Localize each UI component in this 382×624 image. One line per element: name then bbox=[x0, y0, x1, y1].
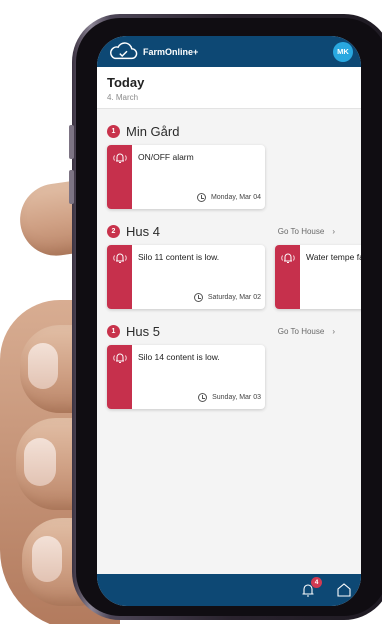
alarm-time-label: Saturday, Mar 02 bbox=[207, 294, 261, 301]
notifications-button[interactable]: 4 bbox=[299, 577, 322, 599]
alarm-card[interactable]: ON/OFF alarm Monday, Mar 04 bbox=[107, 145, 265, 209]
alarm-time-label: Sunday, Mar 03 bbox=[212, 394, 261, 401]
alarm-count-badge: 1 bbox=[107, 324, 120, 338]
phone-side-button bbox=[69, 125, 74, 159]
alarm-count-badge: 1 bbox=[107, 124, 120, 138]
alarm-time-label: Monday, Mar 04 bbox=[210, 194, 261, 201]
phone-side-button bbox=[69, 170, 74, 204]
alarm-strip bbox=[275, 245, 300, 309]
go-to-house-label: Go To House bbox=[277, 326, 325, 336]
alarm-card-list: Silo 11 content is low. Saturday, Mar 02… bbox=[107, 245, 361, 309]
house-icon[interactable] bbox=[335, 581, 353, 599]
alarm-time: Monday, Mar 04 bbox=[196, 193, 261, 202]
section-title: Min Gård bbox=[126, 123, 180, 139]
alarm-strip bbox=[107, 145, 132, 209]
page-date: 4. March bbox=[107, 93, 139, 102]
alarm-text: Water tempe failure bbox=[306, 252, 361, 262]
app-header: FarmOnline+ MK bbox=[97, 36, 361, 67]
alarm-card-list: Silo 14 content is low. Sunday, Mar 03 bbox=[107, 345, 361, 409]
alarm-text: ON/OFF alarm bbox=[138, 152, 194, 162]
finger-nail bbox=[32, 536, 62, 582]
alarm-card[interactable]: Silo 14 content is low. Sunday, Mar 03 bbox=[107, 345, 265, 409]
alarm-time: Sunday, Mar 03 bbox=[198, 393, 261, 402]
today-header: Today 4. March bbox=[97, 67, 361, 109]
notification-badge: 4 bbox=[311, 577, 322, 588]
cloud-logo-icon bbox=[110, 41, 138, 59]
clock-icon bbox=[198, 393, 208, 402]
alarm-card[interactable]: Water tempe failure bbox=[275, 245, 361, 309]
alarm-card-body: Water tempe failure bbox=[300, 245, 361, 309]
alarm-bell-icon bbox=[280, 253, 295, 263]
chevron-right-icon: › bbox=[332, 226, 335, 236]
section-title: Hus 5 bbox=[126, 323, 160, 339]
alarm-bell-icon bbox=[112, 353, 127, 363]
alarm-strip bbox=[107, 245, 132, 309]
section-title: Hus 4 bbox=[126, 223, 160, 239]
location-section: 1 Hus 5 Go To House › Silo 14 content is… bbox=[107, 321, 361, 409]
bottom-nav-bar: 4 bbox=[97, 574, 361, 606]
alarm-strip bbox=[107, 345, 132, 409]
alarm-bell-icon bbox=[112, 153, 127, 163]
alarm-card-body: ON/OFF alarm Monday, Mar 04 bbox=[132, 145, 265, 209]
user-avatar[interactable]: MK bbox=[333, 41, 353, 62]
alarm-bell-icon bbox=[112, 253, 127, 263]
alarm-count-badge: 2 bbox=[107, 224, 120, 238]
clock-icon bbox=[193, 293, 203, 302]
section-header: 1 Hus 5 Go To House › bbox=[107, 321, 361, 341]
alarm-time: Saturday, Mar 02 bbox=[193, 293, 261, 302]
chevron-right-icon: › bbox=[332, 326, 335, 336]
go-to-house-link[interactable]: Go To House › bbox=[278, 227, 335, 236]
alarm-card-list: ON/OFF alarm Monday, Mar 04 bbox=[107, 145, 361, 209]
go-to-house-label: Go To House bbox=[277, 226, 325, 236]
go-to-house-link[interactable]: Go To House › bbox=[278, 327, 335, 336]
alarm-text: Silo 14 content is low. bbox=[138, 352, 220, 362]
section-header: 1 Min Gård bbox=[107, 121, 361, 141]
location-section: 1 Min Gård ON/OFF alarm Monday, Mar 04 bbox=[107, 121, 361, 209]
alarm-text: Silo 11 content is low. bbox=[138, 252, 220, 262]
app-title: FarmOnline+ bbox=[143, 46, 199, 57]
alarm-card-body: Silo 11 content is low. Saturday, Mar 02 bbox=[132, 245, 265, 309]
clock-icon bbox=[196, 193, 206, 202]
location-section: 2 Hus 4 Go To House › Silo 11 content is… bbox=[107, 221, 361, 309]
alarm-card-body: Silo 14 content is low. Sunday, Mar 03 bbox=[132, 345, 265, 409]
alarm-card[interactable]: Silo 11 content is low. Saturday, Mar 02 bbox=[107, 245, 265, 309]
page-title: Today bbox=[107, 75, 145, 90]
finger-nail bbox=[28, 343, 58, 389]
app-screen: FarmOnline+ MK Today 4. March 1 Min Gård… bbox=[97, 36, 361, 606]
section-header: 2 Hus 4 Go To House › bbox=[107, 221, 361, 241]
finger-nail bbox=[24, 438, 56, 486]
